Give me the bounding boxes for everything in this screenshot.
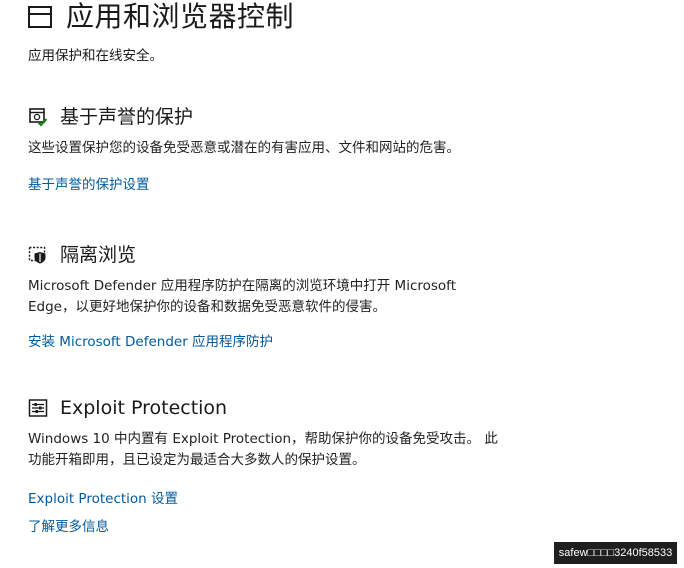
section-heading: Exploit Protection (28, 395, 498, 421)
section-description: 这些设置保护您的设备免受恶意或潜在的有害应用、文件和网站的危害。 (28, 140, 460, 156)
section-reputation-protection: 基于声誉的保护 这些设置保护您的设备免受恶意或潜在的有害应用、文件和网站的危害。… (28, 104, 498, 195)
section-title: 基于声誉的保护 (60, 106, 194, 128)
install-application-guard-link[interactable]: 安装 Microsoft Defender 应用程序防护 (28, 332, 498, 352)
page-subtitle: 应用保护和在线安全。 (28, 48, 163, 64)
section-title: Exploit Protection (60, 397, 228, 419)
app-window-icon (28, 6, 52, 28)
section-title: 隔离浏览 (60, 244, 137, 266)
page-header: 应用和浏览器控制 (28, 0, 294, 34)
section-exploit-protection: Exploit Protection Windows 10 中内置有 Explo… (28, 395, 498, 537)
watermark-label: safew□□□□3240f58533 (554, 542, 677, 564)
exploit-protection-icon (28, 398, 48, 418)
section-heading: 基于声誉的保护 (28, 104, 498, 130)
reputation-protection-settings-link[interactable]: 基于声誉的保护设置 (28, 175, 498, 195)
section-description: Windows 10 中内置有 Exploit Protection，帮助保护你… (28, 431, 498, 468)
page-title: 应用和浏览器控制 (66, 0, 295, 33)
section-description: Microsoft Defender 应用程序防护在隔离的浏览环境中打开 Mic… (28, 278, 456, 315)
learn-more-link[interactable]: 了解更多信息 (28, 517, 498, 537)
exploit-protection-settings-link[interactable]: Exploit Protection 设置 (28, 489, 498, 509)
reputation-protection-icon (28, 107, 48, 127)
isolated-browsing-icon (28, 245, 48, 265)
section-heading: 隔离浏览 (28, 242, 498, 268)
section-isolated-browsing: 隔离浏览 Microsoft Defender 应用程序防护在隔离的浏览环境中打… (28, 242, 498, 352)
